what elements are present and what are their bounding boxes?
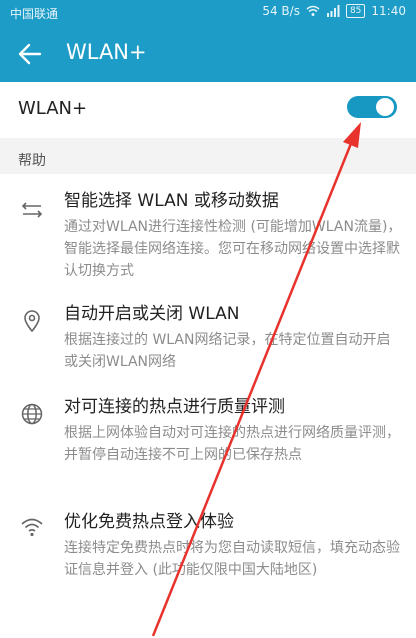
battery-icon: 85	[345, 4, 366, 18]
clock: 11:40	[371, 4, 406, 18]
section-title: 帮助	[18, 153, 46, 169]
help-item-auto-wlan: 自动开启或关闭 WLAN 根据连接过的 WLAN网络记录，在特定位置自动开启或关…	[0, 299, 416, 377]
page-title: WLAN+	[66, 40, 147, 64]
item-title: 优化免费热点登入体验	[64, 512, 234, 532]
help-item-smart-select: 智能选择 WLAN 或移动数据 通过对WLAN进行连接性检测 (可能增加WLAN…	[0, 186, 416, 286]
help-item-free-hotspot: 优化免费热点登入体验 连接特定免费热点时将为您自动读取短信，填充动态验证信息并登…	[0, 507, 416, 607]
wlan-plus-toggle[interactable]	[347, 96, 397, 118]
status-bar: 中国联通 54 B/s 85 11:40	[0, 0, 416, 26]
item-description: 通过对WLAN进行连接性检测 (可能增加WLAN流量)，智能选择最佳网络连接。您…	[64, 219, 402, 279]
wifi-status-icon	[306, 5, 320, 16]
item-title: 对可连接的热点进行质量评测	[64, 397, 285, 417]
item-title: 智能选择 WLAN 或移动数据	[64, 191, 279, 211]
help-section-header: 帮助	[0, 138, 416, 174]
wlan-plus-label: WLAN+	[18, 98, 88, 119]
back-arrow-icon[interactable]	[16, 40, 44, 68]
network-speed: 54 B/s	[262, 4, 300, 18]
item-title: 自动开启或关闭 WLAN	[64, 304, 240, 324]
signal-icon	[326, 5, 340, 17]
swap-arrows-icon	[21, 202, 43, 218]
item-description: 根据连接过的 WLAN网络记录，在特定位置自动开启或关闭WLAN网络	[64, 332, 391, 370]
toggle-knob	[376, 98, 394, 116]
wifi-icon	[21, 518, 43, 537]
app-bar: WLAN+	[0, 26, 416, 82]
item-description: 连接特定免费热点时将为您自动读取短信，填充动态验证信息并登入 (此功能仅限中国大…	[64, 540, 400, 578]
item-description: 根据上网体验自动对可连接的热点进行网络质量评测，并暂停自动连接不可上网的已保存热…	[64, 425, 400, 463]
location-pin-icon	[24, 310, 40, 333]
status-icons: 54 B/s 85 11:40	[262, 4, 406, 18]
help-item-hotspot-quality: 对可连接的热点进行质量评测 根据上网体验自动对可连接的热点进行网络质量评测，并暂…	[0, 392, 416, 492]
carrier-label: 中国联通	[10, 7, 59, 21]
globe-icon	[21, 403, 43, 425]
